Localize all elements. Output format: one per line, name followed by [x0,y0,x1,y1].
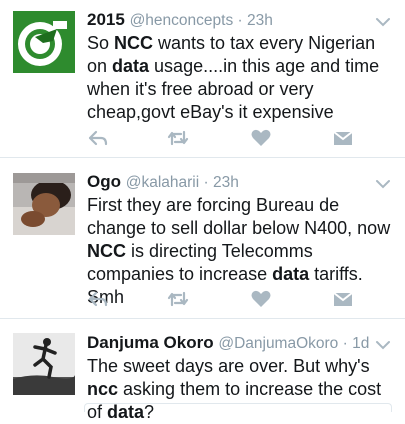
text-segment: So [87,33,115,53]
separator: · [338,335,353,352]
user-name[interactable]: 2015 [87,10,125,29]
separator: · [199,174,213,191]
heart-icon[interactable] [250,290,272,308]
envelope-icon[interactable] [332,129,354,147]
separator: · [233,12,247,29]
retweet-icon[interactable] [167,129,189,147]
chevron-down-icon[interactable] [375,178,391,190]
text-segment: First they are forcing Bureau de change … [87,195,391,238]
heart-icon[interactable] [250,129,272,147]
highlighted-keyword: data [112,56,150,76]
user-handle[interactable]: @henconcepts [130,12,234,29]
highlighted-keyword: NCC [87,241,126,261]
avatar[interactable] [13,11,75,73]
highlighted-keyword: data [272,264,310,284]
tweet-text: The sweet days are over. But why's ncc a… [87,355,399,424]
avatar[interactable] [13,333,75,395]
reply-icon[interactable] [87,129,109,147]
envelope-icon[interactable] [332,290,354,308]
text-segment: The sweet days are over. But why's [87,356,370,376]
timestamp[interactable]: 23h [213,174,239,191]
tweet-header: Ogo @kalaharii · 23h [87,172,239,193]
user-name[interactable]: Danjuma Okoro [87,333,214,352]
highlighted-keyword: ncc [87,379,119,399]
timestamp[interactable]: 1d [352,335,369,352]
embedded-card-edge[interactable] [84,403,392,412]
user-handle[interactable]: @kalaharii [126,174,199,191]
user-name[interactable]: Ogo [87,172,121,191]
tweet-header: 2015 @henconcepts · 23h [87,10,273,31]
tweet[interactable]: 2015 @henconcepts · 23h So NCC wants to … [0,0,405,157]
retweet-icon[interactable] [167,290,189,308]
user-handle[interactable]: @DanjumaOkoro [218,335,338,352]
tweet[interactable]: Ogo @kalaharii · 23h First they are forc… [0,158,405,317]
highlighted-keyword: NCC [114,33,154,53]
avatar[interactable] [13,173,75,235]
timestamp[interactable]: 23h [247,12,273,29]
tweet[interactable]: Danjuma Okoro @DanjumaOkoro · 1d The swe… [0,319,405,422]
reply-icon[interactable] [87,290,109,308]
chevron-down-icon[interactable] [375,16,391,28]
chevron-down-icon[interactable] [375,339,391,351]
tweet-text: So NCC wants to tax every Nigerian on da… [87,32,399,124]
tweet-actions [87,290,367,310]
tweet-header: Danjuma Okoro @DanjumaOkoro · 1d [87,333,369,354]
tweet-actions [87,129,367,149]
